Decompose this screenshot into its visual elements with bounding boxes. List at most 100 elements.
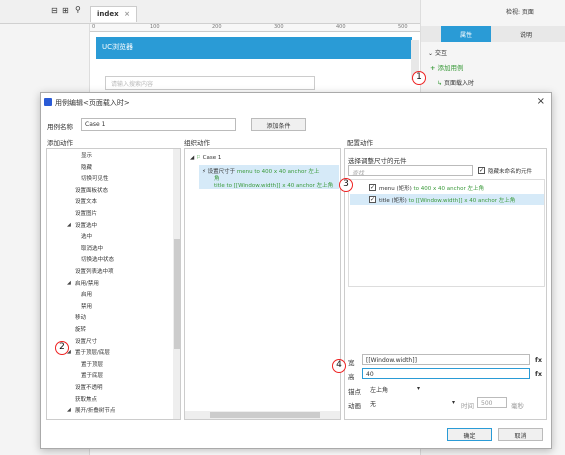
organize-hscrollbar[interactable] [185, 411, 340, 419]
action-item[interactable]: 显示 [81, 151, 92, 159]
action-item[interactable]: 获取焦点 [75, 395, 97, 403]
zoom-icon[interactable]: ⚲ [75, 5, 81, 14]
action-item[interactable]: 隐藏 [81, 163, 92, 171]
widget-row-menu[interactable]: ✓ menu (矩形) to 400 x 40 anchor 左上角 [350, 182, 544, 193]
event-icon: ↳ [437, 80, 443, 87]
case-name-value: Case 1 [85, 121, 106, 128]
layout-icon[interactable]: ⊟ [51, 6, 58, 15]
ruler-tick: 200 [212, 24, 222, 30]
case-name-input[interactable]: Case 1 [81, 118, 236, 131]
cancel-label: 取消 [514, 433, 527, 440]
case-node-label: Case 1 [202, 155, 222, 161]
action-item[interactable]: 置于底层 [81, 371, 103, 379]
action-item[interactable]: 切换选中状态 [81, 255, 114, 263]
inspector-title: 检视: 页面 [506, 9, 534, 16]
interaction-section[interactable]: ⌄ 交互 [428, 48, 447, 57]
width-value: [[Window.width]] [366, 357, 417, 364]
ruler-tick: 100 [150, 24, 160, 30]
organize-action-title: 组织动作 [184, 139, 210, 147]
anchor-select[interactable]: 左上角 ▾ [367, 383, 422, 394]
canvas-header-widget[interactable]: UC浏览器 [96, 37, 412, 59]
action-item[interactable]: 切换可见性 [81, 174, 109, 182]
organize-panel[interactable]: ◢ ⚐ Case 1 ⚡ 设置尺寸于 menu to 400 x 40 anch… [184, 148, 341, 420]
actions-list[interactable]: 显示隐藏切换可见性设置面板状态 设置文本设置图片设置选中 ◢ 选中取消选中切换选中状态… [46, 148, 181, 420]
action-item[interactable]: 设置选中 [75, 221, 97, 229]
canvas-header-text: UC浏览器 [102, 43, 134, 51]
action-item[interactable]: 取消选中 [81, 244, 103, 252]
event-page-load[interactable]: ↳ 页面载入时 [437, 78, 474, 87]
chevron-down-icon: ▾ [451, 399, 455, 406]
width-fx-button[interactable]: fx [535, 356, 542, 364]
action-item[interactable]: 置于顶层 [81, 360, 103, 368]
interaction-section-label: 交互 [434, 50, 447, 57]
dialog-titlebar: 用例编辑<页面载入时> × [41, 93, 551, 113]
ruler: 0 100 200 300 400 500 [90, 24, 420, 32]
widget-search-input[interactable]: 查找 [348, 165, 473, 177]
caret-icon[interactable]: ◢ [67, 222, 71, 228]
marker-3: 3 [339, 178, 353, 192]
organize-hscroll-thumb[interactable] [210, 412, 320, 418]
close-icon[interactable]: × [537, 96, 545, 107]
widget-title-checkbox[interactable]: ✓ [369, 196, 376, 203]
ok-button[interactable]: 确定 [447, 428, 492, 441]
grid-icon[interactable]: ⊞ [62, 6, 69, 15]
select-widgets-label: 选择调整尺寸的元件 [348, 157, 407, 165]
case-editor-dialog: 用例编辑<页面载入时> × 用例名称 Case 1 添加条件 添加动作 组织动作… [40, 92, 552, 449]
tab-properties[interactable]: 属性 [441, 26, 491, 42]
action-item[interactable]: 禁用 [81, 302, 92, 310]
action-item[interactable]: 选中 [81, 232, 92, 240]
marker-4-number: 4 [336, 360, 342, 370]
add-case-link[interactable]: + 添加用例 [430, 62, 464, 72]
marker-2-number: 2 [59, 342, 65, 352]
action-item[interactable]: 设置文本 [75, 197, 97, 205]
widget-row-title[interactable]: ✓ title (矩形) to [[Window.width]] x 40 an… [350, 194, 544, 205]
actions-scrollbar[interactable] [173, 149, 180, 419]
anim-select[interactable]: 无 ▾ [367, 397, 457, 408]
config-action-title: 配置动作 [347, 139, 373, 147]
tab-index[interactable]: index × [90, 6, 137, 22]
ruler-tick: 500 [398, 24, 408, 30]
add-condition-label: 添加条件 [266, 123, 291, 130]
time-input[interactable]: 500 [477, 397, 507, 408]
cancel-button[interactable]: 取消 [498, 428, 543, 441]
tab-properties-label: 属性 [459, 32, 472, 39]
action-item[interactable]: 设置面板状态 [75, 186, 108, 194]
action-item[interactable]: 置于顶层/底层 [75, 348, 110, 356]
widget-title-text: title (矩形) to [[Window.width]] x 40 anch… [379, 196, 515, 204]
widget-search-placeholder: 查找 [352, 170, 365, 177]
action-item[interactable]: 设置尺寸 [75, 337, 97, 345]
case-node[interactable]: ◢ ⚐ Case 1 [190, 155, 221, 161]
ms-label: 毫秒 [511, 402, 524, 410]
width-input[interactable]: [[Window.width]] [362, 354, 530, 365]
action-item[interactable]: 移动 [75, 313, 86, 321]
height-input[interactable]: 40 [362, 368, 530, 379]
add-condition-button[interactable]: 添加条件 [251, 118, 306, 131]
caret-icon[interactable]: ◢ [67, 407, 71, 413]
action-item[interactable]: 展开/折叠树节点 [75, 406, 115, 414]
action-item[interactable]: 设置图片 [75, 209, 97, 217]
anchor-value: 左上角 [370, 387, 389, 394]
widget-menu-checkbox[interactable]: ✓ [369, 184, 376, 191]
tab-notes[interactable]: 说明 [501, 26, 551, 42]
actions-scroll-thumb[interactable] [174, 239, 180, 349]
caret-icon: ◢ [190, 155, 195, 161]
widget-list[interactable]: ✓ menu (矩形) to 400 x 40 anchor 左上角 ✓ tit… [348, 179, 545, 287]
anim-value: 无 [370, 401, 377, 408]
action-node-title: 设置尺寸于 [207, 169, 236, 175]
add-case-label: 添加用例 [437, 64, 464, 72]
canvas-search-placeholder: 请输入搜索内容 [111, 81, 154, 88]
action-item[interactable]: 启用/禁用 [75, 279, 99, 287]
height-fx-button[interactable]: fx [535, 370, 542, 378]
close-icon[interactable]: × [124, 10, 130, 18]
action-item[interactable]: 设置不透明 [75, 383, 103, 391]
widget-menu-name: menu (矩形) [379, 186, 412, 192]
resize-icon: ⚡ [202, 169, 206, 175]
canvas-search-widget[interactable]: 请输入搜索内容 [105, 76, 315, 90]
action-item[interactable]: 旋转 [75, 325, 86, 333]
action-item[interactable]: 设置列表选中项 [75, 267, 114, 275]
action-item[interactable]: 启用 [81, 290, 92, 298]
add-action-title: 添加动作 [47, 139, 73, 147]
chevron-down-icon: ⌄ [428, 50, 434, 57]
caret-icon[interactable]: ◢ [67, 280, 71, 286]
hide-unnamed-checkbox[interactable]: ✓ [478, 167, 485, 174]
